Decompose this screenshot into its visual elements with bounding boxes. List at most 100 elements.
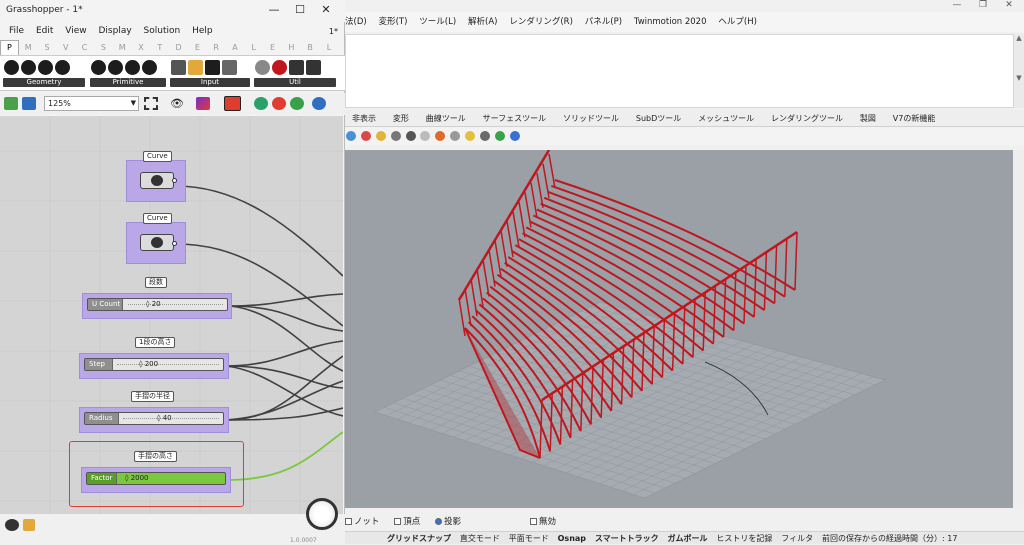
gh-tab[interactable]: E <box>188 41 207 55</box>
preview-wire-icon[interactable] <box>290 97 304 110</box>
rhino-viewport[interactable] <box>345 150 1024 508</box>
step-slider[interactable]: Step ◊ 200 <box>84 358 224 371</box>
close-icon[interactable]: ✕ <box>996 0 1022 10</box>
params-icon[interactable] <box>38 60 53 75</box>
gh-tab[interactable]: E <box>263 41 282 55</box>
params-icon[interactable] <box>91 60 106 75</box>
gh-tab[interactable]: M <box>19 41 38 55</box>
factor-slider[interactable]: Factor ◊ 2000 <box>86 472 226 485</box>
toggle-icon[interactable] <box>205 60 220 75</box>
params-icon[interactable] <box>125 60 140 75</box>
arrow-icon[interactable] <box>306 60 321 75</box>
projection-toggle[interactable]: 投影 <box>435 514 467 530</box>
gh-tab[interactable]: A <box>226 41 245 55</box>
navigation-ball-icon[interactable] <box>306 498 338 530</box>
gh-tab[interactable]: D <box>169 41 188 55</box>
gh-tab[interactable]: S <box>94 41 113 55</box>
environment-icon[interactable] <box>494 131 505 141</box>
tab-mesh-tools[interactable]: メッシュツール <box>691 110 761 127</box>
menu-item[interactable]: 変形(T) <box>379 12 408 32</box>
tab-drafting[interactable]: 製図 <box>853 110 883 127</box>
tab-curve-tools[interactable]: 曲線ツール <box>419 110 473 127</box>
material-icon[interactable] <box>360 131 371 141</box>
tab-solid-tools[interactable]: ソリッドツール <box>556 110 626 127</box>
menu-item[interactable]: 法(D) <box>345 12 367 32</box>
close-icon[interactable]: ✕ <box>313 3 339 16</box>
download-icon[interactable] <box>171 60 186 75</box>
menu-view[interactable]: View <box>65 23 86 40</box>
gumball-button[interactable]: ガムボール <box>668 532 708 545</box>
tab-v7-new[interactable]: V7の新機能 <box>886 110 943 127</box>
sketch-icon[interactable] <box>196 97 210 110</box>
params-icon[interactable] <box>4 60 19 75</box>
curve-1-body[interactable] <box>140 172 174 189</box>
menu-solution[interactable]: Solution <box>144 23 181 40</box>
menu-item[interactable]: レンダリング(R) <box>509 12 573 32</box>
display-sphere-icon[interactable] <box>312 97 326 110</box>
sphere-light-icon[interactable] <box>420 131 431 141</box>
panel-icon[interactable] <box>188 60 203 75</box>
sphere-icon[interactable] <box>390 131 401 141</box>
tab-subd-tools[interactable]: SubDツール <box>629 110 688 127</box>
menu-edit[interactable]: Edit <box>36 23 53 40</box>
gh-tab[interactable]: B <box>301 41 320 55</box>
gh-tab[interactable]: L <box>244 41 263 55</box>
tab-hide[interactable]: 非表示 <box>345 110 383 127</box>
gh-tab[interactable]: T <box>150 41 169 55</box>
gh-tab[interactable]: V <box>56 41 75 55</box>
gh-tab[interactable]: C <box>75 41 94 55</box>
slider-icon[interactable] <box>222 60 237 75</box>
params-icon[interactable] <box>21 60 36 75</box>
grid-snap-button[interactable]: グリッドスナップ <box>387 532 451 545</box>
camera-icon[interactable] <box>479 131 490 141</box>
menu-item[interactable]: ヘルプ(H) <box>718 12 757 32</box>
radius-slider[interactable]: Radius ◊ 40 <box>84 412 224 425</box>
curve-2-output[interactable] <box>172 241 177 246</box>
open-file-icon[interactable] <box>4 97 18 110</box>
sphere-dark-icon[interactable] <box>405 131 416 141</box>
command-scrollbar[interactable]: ▲ ▼ <box>1014 34 1024 108</box>
maximize-icon[interactable]: ☐ <box>287 3 313 16</box>
slider-track[interactable] <box>128 304 223 305</box>
menu-help[interactable]: Help <box>192 23 213 40</box>
vertex-toggle[interactable]: 頂点 <box>394 514 426 530</box>
menu-item[interactable]: パネル(P) <box>585 12 622 32</box>
preview-selected-icon[interactable] <box>272 97 286 110</box>
help-icon[interactable] <box>509 131 520 141</box>
gh-tab[interactable]: S <box>38 41 57 55</box>
menu-item[interactable]: ツール(L) <box>419 12 456 32</box>
tab-transform[interactable]: 変形 <box>386 110 416 127</box>
params-icon[interactable] <box>108 60 123 75</box>
command-history-area[interactable] <box>345 34 1014 108</box>
gh-titlebar[interactable]: Grasshopper - 1* — ☐ ✕ <box>0 0 345 22</box>
tab-surface-tools[interactable]: サーフェスツール <box>476 110 554 127</box>
minimize-icon[interactable]: — <box>261 3 287 16</box>
slider-track[interactable] <box>117 364 219 365</box>
restore-icon[interactable]: ❐ <box>970 0 996 10</box>
save-file-icon[interactable] <box>22 97 36 110</box>
cherry-icon[interactable] <box>272 60 287 75</box>
history-button[interactable]: ヒストリを記録 <box>716 532 772 545</box>
curve-2-body[interactable] <box>140 234 174 251</box>
gh-tab[interactable]: R <box>207 41 226 55</box>
params-icon[interactable] <box>142 60 157 75</box>
menu-item[interactable]: 解析(A) <box>468 12 497 32</box>
planar-button[interactable]: 平面モード <box>509 532 549 545</box>
minimize-icon[interactable]: — <box>944 0 970 10</box>
sun-icon[interactable] <box>465 131 475 141</box>
menu-display[interactable]: Display <box>98 23 131 40</box>
tree-icon[interactable] <box>289 60 304 75</box>
knot-toggle[interactable]: ノット <box>345 514 385 530</box>
gh-tab[interactable]: X <box>132 41 151 55</box>
texture-icon[interactable] <box>435 131 446 141</box>
plugin-icon[interactable] <box>23 519 35 531</box>
smart-track-button[interactable]: スマートトラック <box>595 532 659 545</box>
filter-button[interactable]: フィルタ <box>781 532 813 545</box>
tab-render-tools[interactable]: レンダリングツール <box>764 110 850 127</box>
gh-tab[interactable]: L <box>320 41 339 55</box>
light-icon[interactable] <box>375 131 386 141</box>
gear-icon[interactable] <box>450 131 461 141</box>
curve-1-output[interactable] <box>172 178 177 183</box>
preview-red-icon[interactable] <box>224 96 241 111</box>
eye-icon[interactable]: 👁 <box>170 97 184 110</box>
